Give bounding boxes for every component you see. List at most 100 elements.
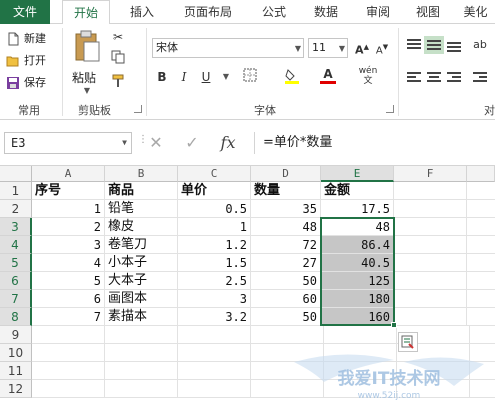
save-button[interactable]: 保存	[4, 74, 46, 92]
tab-data[interactable]: 数据	[306, 0, 346, 24]
select-all-corner[interactable]	[0, 166, 32, 182]
table-cell[interactable]: 50	[251, 308, 321, 326]
tab-home[interactable]: 开始	[62, 0, 110, 25]
table-header-cell[interactable]: 序号	[32, 182, 105, 200]
enter-icon[interactable]: ✓	[180, 132, 204, 154]
align-top-icon[interactable]	[404, 36, 424, 54]
fill-handle[interactable]	[391, 322, 397, 328]
tab-insert[interactable]: 插入	[122, 0, 162, 24]
table-cell[interactable]: 2.5	[178, 272, 251, 290]
tab-review[interactable]: 审阅	[358, 0, 398, 24]
table-cell[interactable]: 3	[178, 290, 251, 308]
empty-grid-area[interactable]	[394, 182, 495, 326]
row-header[interactable]: 5	[0, 254, 32, 272]
cut-icon[interactable]: ✂	[108, 28, 128, 46]
font-color-icon[interactable]: A	[318, 68, 338, 86]
fill-color-icon[interactable]	[282, 68, 302, 86]
font-launcher-icon[interactable]	[386, 105, 394, 113]
table-cell[interactable]: 0.5	[178, 200, 251, 218]
table-cell[interactable]: 60	[251, 290, 321, 308]
table-header-cell[interactable]: 金额	[321, 182, 394, 200]
column-header-d[interactable]: D	[251, 166, 321, 182]
row-header[interactable]: 10	[0, 344, 32, 362]
column-header-f[interactable]: F	[394, 166, 467, 182]
table-cell[interactable]: 画图本	[105, 290, 178, 308]
row-header[interactable]: 9	[0, 326, 32, 344]
bold-icon[interactable]: B	[152, 68, 172, 86]
border-icon[interactable]	[240, 68, 260, 86]
tab-beautify[interactable]: 美化	[456, 0, 495, 24]
table-cell[interactable]: 50	[251, 272, 321, 290]
tab-view[interactable]: 视图	[410, 0, 446, 24]
table-cell[interactable]: 3	[32, 236, 105, 254]
table-cell[interactable]: 35	[251, 200, 321, 218]
copy-icon[interactable]	[108, 50, 128, 68]
table-cell[interactable]: 4	[32, 254, 105, 272]
indent-icon[interactable]	[470, 68, 490, 86]
tab-page-layout[interactable]: 页面布局	[174, 0, 242, 24]
table-cell[interactable]: 小本子	[105, 254, 178, 272]
paste-button[interactable]: 粘贴 ▼	[72, 30, 102, 95]
column-header-c[interactable]: C	[178, 166, 251, 182]
table-cell[interactable]: 大本子	[105, 272, 178, 290]
name-box[interactable]: E3 ▼	[4, 132, 132, 154]
row-header[interactable]: 7	[0, 290, 32, 308]
table-cell[interactable]: 48	[251, 218, 321, 236]
font-name-select[interactable]: 宋体 ▼	[152, 38, 304, 58]
row-header[interactable]: 4	[0, 236, 32, 254]
column-header-a[interactable]: A	[32, 166, 105, 182]
cancel-icon[interactable]: ✕	[144, 132, 168, 154]
table-cell[interactable]: 素描本	[105, 308, 178, 326]
column-header-g[interactable]	[467, 166, 495, 182]
align-middle-icon[interactable]	[424, 36, 444, 54]
selected-cell[interactable]: 86.4	[321, 236, 394, 254]
table-header-cell[interactable]: 商品	[105, 182, 178, 200]
row-header[interactable]: 6	[0, 272, 32, 290]
selected-cell[interactable]: 180	[321, 290, 394, 308]
table-cell[interactable]: 1.2	[178, 236, 251, 254]
table-cell[interactable]: 铅笔	[105, 200, 178, 218]
selected-cell[interactable]: 40.5	[321, 254, 394, 272]
active-cell[interactable]: 48	[321, 218, 394, 236]
table-cell[interactable]: 3.2	[178, 308, 251, 326]
table-header-cell[interactable]: 单价	[178, 182, 251, 200]
table-cell[interactable]: 1.5	[178, 254, 251, 272]
function-icon[interactable]: fx	[216, 132, 240, 154]
selected-cell[interactable]: 125	[321, 272, 394, 290]
open-button[interactable]: 打开	[4, 52, 46, 70]
table-header-cell[interactable]: 数量	[251, 182, 321, 200]
decrease-font-icon[interactable]: A▼	[372, 38, 392, 56]
align-right-icon[interactable]	[444, 68, 464, 86]
table-cell[interactable]: 17.5	[321, 200, 394, 218]
column-header-b[interactable]: B	[105, 166, 178, 182]
row-header[interactable]: 1	[0, 182, 32, 200]
table-cell[interactable]: 卷笔刀	[105, 236, 178, 254]
table-cell[interactable]: 2	[32, 218, 105, 236]
table-cell[interactable]: 6	[32, 290, 105, 308]
increase-font-icon[interactable]: A▲	[352, 38, 372, 57]
align-center-icon[interactable]	[424, 68, 444, 86]
align-left-icon[interactable]	[404, 68, 424, 86]
row-header[interactable]: 8	[0, 308, 32, 326]
selected-cell[interactable]: 160	[321, 308, 394, 326]
column-header-e[interactable]: E	[321, 166, 394, 182]
orientation-icon[interactable]: ab	[470, 36, 490, 54]
row-header[interactable]: 12	[0, 380, 32, 398]
table-cell[interactable]: 7	[32, 308, 105, 326]
tab-file[interactable]: 文件	[0, 0, 50, 24]
underline-icon[interactable]: U	[196, 68, 216, 86]
italic-icon[interactable]: I	[174, 68, 194, 86]
chevron-down-icon[interactable]: ▼	[216, 68, 236, 86]
quick-analysis-button[interactable]	[398, 332, 418, 352]
formula-input[interactable]: =单价*数量	[254, 132, 495, 154]
phonetic-icon[interactable]: wén 文	[358, 66, 378, 86]
table-cell[interactable]: 27	[251, 254, 321, 272]
table-cell[interactable]: 72	[251, 236, 321, 254]
tab-formulas[interactable]: 公式	[254, 0, 294, 24]
font-size-select[interactable]: 11 ▼	[308, 38, 348, 58]
table-cell[interactable]: 5	[32, 272, 105, 290]
table-cell[interactable]: 1	[178, 218, 251, 236]
clipboard-launcher-icon[interactable]	[134, 105, 142, 113]
row-header[interactable]: 11	[0, 362, 32, 380]
row-header[interactable]: 2	[0, 200, 32, 218]
